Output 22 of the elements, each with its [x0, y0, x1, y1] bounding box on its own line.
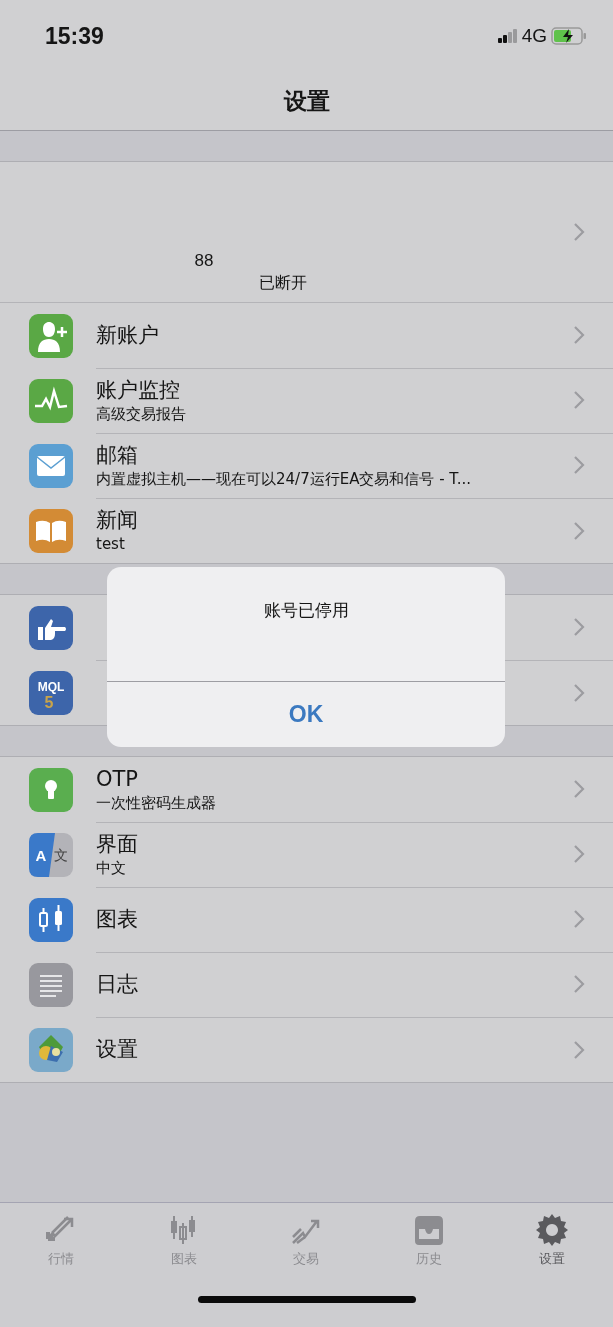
- row-subtitle: 高级交易报告: [96, 403, 187, 424]
- clock-time: 15:39: [45, 22, 104, 50]
- row-title: 日志: [96, 970, 139, 998]
- translate-icon: A 文: [29, 832, 73, 877]
- connection-status: 已断开: [258, 272, 307, 294]
- account-number: 88: [194, 250, 214, 271]
- row-title: 图表: [96, 905, 139, 933]
- mql5-logo-icon: MQL 5: [29, 670, 73, 715]
- row-subtitle: 中文: [96, 857, 127, 878]
- network-label: 4G: [521, 25, 547, 47]
- row-subtitle: 一次性密码生成器: [96, 792, 217, 813]
- row-subtitle: 内置虚拟主机——现在可以24/7运行EA交易和信号 - T...: [96, 468, 473, 489]
- row-title: 界面: [96, 830, 139, 858]
- alert-message: 账号已停用: [107, 567, 505, 682]
- row-title: OTP: [96, 765, 140, 793]
- row-title: 设置: [96, 1036, 139, 1063]
- page-title: 设置: [283, 86, 330, 116]
- row-title: 邮箱: [96, 441, 139, 469]
- row-title: 新账户: [96, 321, 160, 349]
- row-title: 新闻: [96, 507, 139, 534]
- row-subtitle: test: [96, 534, 126, 554]
- row-title: 账户监控: [96, 376, 181, 404]
